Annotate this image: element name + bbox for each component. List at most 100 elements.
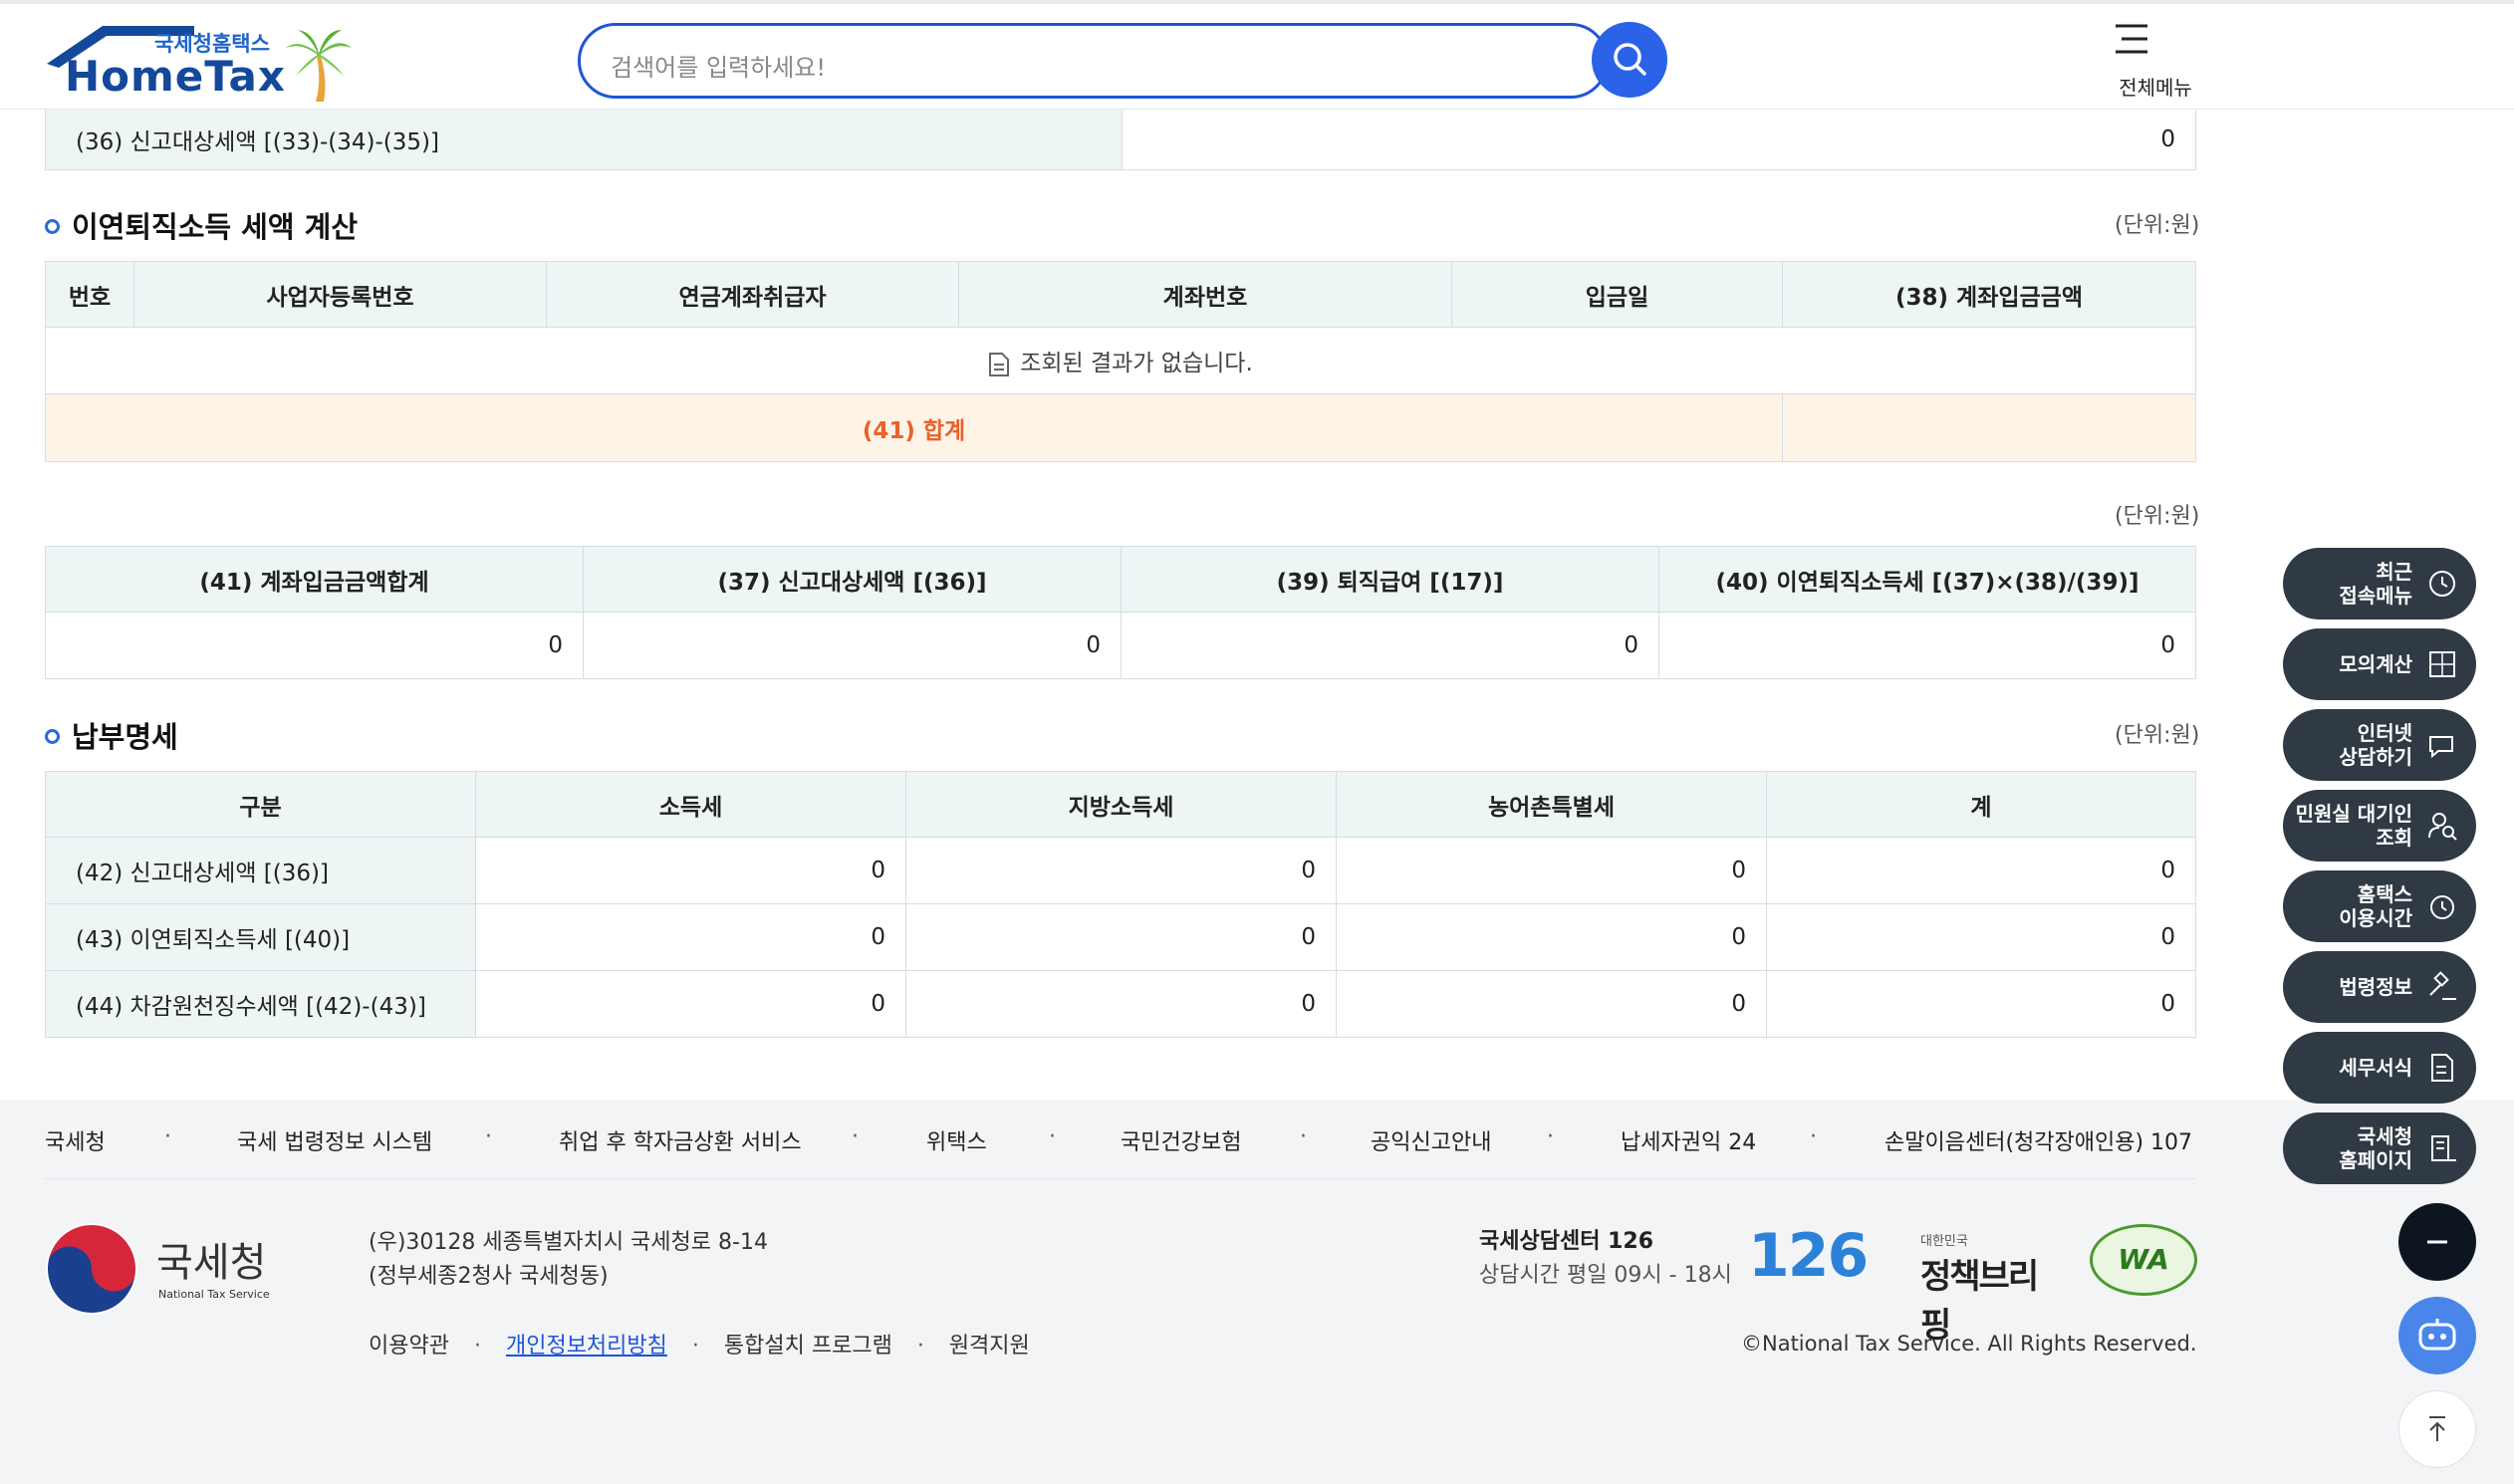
quick-button-label: 최근 접속메뉴 bbox=[2339, 560, 2412, 608]
row-label: (43) 이연퇴직소득세 [(40)] bbox=[45, 903, 476, 971]
quick-button-label: 국세청 홈페이지 bbox=[2339, 1124, 2412, 1172]
scroll-top-button[interactable] bbox=[2398, 1390, 2476, 1468]
quick-law-info-button[interactable]: 법령정보 bbox=[2283, 951, 2476, 1023]
terms-link[interactable]: 이용약관 bbox=[369, 1334, 449, 1359]
badge-126-text: 126 bbox=[1748, 1221, 1869, 1291]
unit-label: (단위:원) bbox=[2115, 723, 2200, 748]
search-placeholder: 검색어를 입력하세요! bbox=[611, 54, 826, 82]
value-cell: 0 bbox=[905, 903, 1337, 971]
value-cell: 0 bbox=[1336, 970, 1767, 1038]
footer-bottom-links: 이용약관 · 개인정보처리방침 · 통합설치 프로그램 · 원격지원 bbox=[369, 1328, 1030, 1360]
install-program-link[interactable]: 통합설치 프로그램 bbox=[724, 1334, 892, 1359]
value-cell: 0 bbox=[905, 970, 1337, 1038]
hometax-logo[interactable]: 국세청홈택스 HomeTax bbox=[45, 22, 364, 102]
value-cell: 0 bbox=[905, 837, 1337, 904]
minus-icon bbox=[2427, 1240, 2447, 1244]
footer-link[interactable]: 국민건강보험 bbox=[1121, 1124, 1241, 1156]
table-row: (44) 차감원천징수세액 [(42)-(43)] 0 0 0 0 bbox=[45, 970, 2196, 1038]
quick-queue-check-button[interactable]: 민원실 대기인 조회 bbox=[2283, 790, 2476, 862]
footer-link[interactable]: 손말이음센터(청각장애인용) 107 bbox=[1885, 1124, 2192, 1156]
quick-button-label: 법령정보 bbox=[2339, 975, 2412, 999]
table-row: (42) 신고대상세액 [(36)] 0 0 0 0 bbox=[45, 837, 2196, 904]
footer-link[interactable]: 취업 후 학자금상환 서비스 bbox=[559, 1124, 802, 1156]
value-cell: 0 bbox=[475, 837, 906, 904]
footer-separator: · bbox=[485, 1124, 492, 1149]
table-header-row: 번호 사업자등록번호 연금계좌취급자 계좌번호 입금일 (38) 계좌입금금액 bbox=[45, 261, 2196, 328]
column-header: 구분 bbox=[45, 771, 476, 838]
footer-divider bbox=[45, 1178, 2196, 1179]
quick-button-label: 인터넷 상담하기 bbox=[2339, 721, 2412, 769]
deferred-tax-table: 번호 사업자등록번호 연금계좌취급자 계좌번호 입금일 (38) 계좌입금금액 … bbox=[45, 261, 2196, 462]
quick-recent-menu-button[interactable]: 최근 접속메뉴 bbox=[2283, 548, 2476, 619]
total-value bbox=[1782, 393, 2196, 462]
deferred-summary-table: (41) 계좌입금금액합계 (37) 신고대상세액 [(36)] (39) 퇴직… bbox=[45, 546, 2196, 679]
building-icon bbox=[2431, 1135, 2456, 1161]
payment-table: 구분 소득세 지방소득세 농어촌특별세 계 (42) 신고대상세액 [(36)]… bbox=[45, 771, 2196, 1038]
footer-link[interactable]: 위택스 bbox=[926, 1124, 987, 1156]
column-header: 지방소득세 bbox=[905, 771, 1337, 838]
section-title-payment: 납부명세 bbox=[45, 714, 178, 756]
taegeuk-icon bbox=[46, 1223, 137, 1315]
quick-online-consult-button[interactable]: 인터넷 상담하기 bbox=[2283, 709, 2476, 781]
policy-briefing-logo[interactable]: 대한민국 정책브리핑 bbox=[1920, 1230, 2060, 1346]
row-label: (44) 차감원천징수세액 [(42)-(43)] bbox=[45, 970, 476, 1038]
call-center-info: 국세상담센터 126 상담시간 평일 09시 - 18시 bbox=[1479, 1225, 1732, 1293]
collapse-quick-menu-button[interactable] bbox=[2398, 1203, 2476, 1281]
table-row: (43) 이연퇴직소득세 [(40)] 0 0 0 0 bbox=[45, 903, 2196, 971]
unit-label: (단위:원) bbox=[2115, 213, 2200, 238]
all-menu-button[interactable]: 전체메뉴 bbox=[2112, 22, 2192, 100]
footer-link[interactable]: 공익신고안내 bbox=[1371, 1124, 1491, 1156]
quick-simulation-button[interactable]: 모의계산 bbox=[2283, 628, 2476, 700]
section-title-deferred-tax: 이연퇴직소득 세액 계산 bbox=[45, 204, 358, 246]
footer-separator: · bbox=[852, 1124, 859, 1149]
chat-icon bbox=[2429, 736, 2453, 759]
empty-message: 조회된 결과가 없습니다. bbox=[1020, 351, 1253, 376]
copyright: ©National Tax Service. All Rights Reserv… bbox=[1741, 1332, 2197, 1356]
footer-link[interactable]: 국세청 bbox=[45, 1124, 106, 1156]
total-label: (41) 합계 bbox=[45, 393, 1783, 462]
footer-link[interactable]: 납세자권익 24 bbox=[1621, 1124, 1756, 1156]
value-cell: 0 bbox=[1766, 903, 2196, 971]
site-footer: 국세청 · 국세 법령정보 시스템 · 취업 후 학자금상환 서비스 · 위택스… bbox=[0, 1101, 2514, 1484]
address-line: (정부세종2청사 국세청동) bbox=[369, 1264, 609, 1289]
section-bullet-icon bbox=[45, 218, 60, 234]
form-icon bbox=[2431, 1054, 2453, 1082]
footer-separator: · bbox=[164, 1124, 171, 1149]
quick-button-label: 홈택스 이용시간 bbox=[2339, 882, 2412, 930]
footer-links: 국세청 · 국세 법령정보 시스템 · 취업 후 학자금상환 서비스 · 위택스… bbox=[45, 1124, 2196, 1164]
clock-icon bbox=[2429, 571, 2455, 597]
document-icon bbox=[989, 352, 1010, 376]
footer-separator: · bbox=[1300, 1124, 1307, 1149]
footer-separator: · bbox=[691, 1334, 699, 1359]
privacy-policy-link[interactable]: 개인정보처리방침 bbox=[506, 1334, 667, 1359]
footer-link[interactable]: 국세 법령정보 시스템 bbox=[237, 1124, 432, 1156]
top-summary-table: (36) 신고대상세액 [(33)-(34)-(35)] 0 bbox=[45, 110, 2196, 170]
web-accessibility-badge[interactable]: WA bbox=[2090, 1224, 2197, 1296]
search-button[interactable] bbox=[1592, 22, 1667, 98]
hamburger-icon bbox=[2116, 24, 2147, 54]
remote-support-link[interactable]: 원격지원 bbox=[949, 1334, 1030, 1359]
row-label: (36) 신고대상세액 [(33)-(34)-(35)] bbox=[45, 110, 1123, 170]
search-input[interactable]: 검색어를 입력하세요! bbox=[578, 23, 1609, 99]
row-label: (42) 신고대상세액 [(36)] bbox=[45, 837, 476, 904]
chatbot-button[interactable] bbox=[2398, 1297, 2476, 1374]
value-cell: 0 bbox=[475, 903, 906, 971]
briefing-top-text: 대한민국 bbox=[1920, 1234, 1968, 1249]
site-header: 국세청홈택스 HomeTax 검색어를 입력하세요! 전체메뉴 bbox=[0, 0, 2514, 110]
column-header: (41) 계좌입금금액합계 bbox=[45, 546, 584, 613]
alarm-icon bbox=[2430, 895, 2454, 919]
column-header: (40) 이연퇴직소득세 [(37)×(38)/(39)] bbox=[1658, 546, 2196, 613]
footer-separator: · bbox=[1049, 1124, 1056, 1149]
quick-nts-homepage-button[interactable]: 국세청 홈페이지 bbox=[2283, 1113, 2476, 1184]
footer-separator: · bbox=[473, 1334, 481, 1359]
quick-hours-button[interactable]: 홈택스 이용시간 bbox=[2283, 870, 2476, 942]
column-header: (39) 퇴직급여 [(17)] bbox=[1121, 546, 1659, 613]
value-cell: 0 bbox=[1658, 612, 2196, 679]
badge-126[interactable]: 126 bbox=[1748, 1225, 1870, 1287]
value-cell: 0 bbox=[1121, 612, 1659, 679]
quick-tax-forms-button[interactable]: 세무서식 bbox=[2283, 1032, 2476, 1104]
column-header: 계좌번호 bbox=[958, 261, 1452, 328]
value-cell: 0 bbox=[475, 970, 906, 1038]
logo-title: HomeTax bbox=[65, 52, 286, 101]
value-cell: 0 bbox=[1766, 970, 2196, 1038]
